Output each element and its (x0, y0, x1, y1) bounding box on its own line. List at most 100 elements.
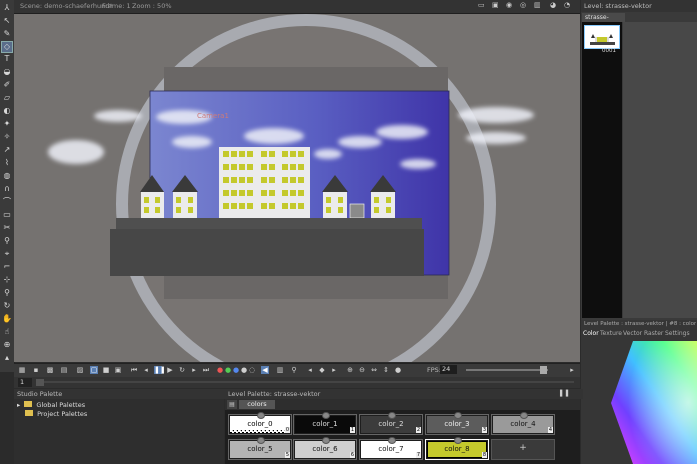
flip-h-icon[interactable]: ⇔ (370, 366, 378, 374)
level-strip-tab[interactable]: strasse-vektor (582, 13, 625, 30)
selection-tool-icon[interactable]: ↖ (2, 16, 12, 26)
loop-icon[interactable]: ↻ (178, 366, 186, 374)
nav-left-icon[interactable]: ◂ (306, 366, 314, 374)
style-chip-7[interactable]: color_7 7 (359, 437, 423, 460)
zoom-tool-icon[interactable]: ⚲ (2, 288, 12, 298)
magnet-tool-icon[interactable]: ∩ (2, 184, 12, 194)
blue-channel-icon[interactable]: ● (232, 366, 240, 374)
zoom-icon[interactable]: ⚲ (290, 366, 298, 374)
style-chip-4[interactable]: color_4 4 (491, 412, 555, 435)
freeze-icon[interactable]: ▥ (534, 1, 541, 9)
pause-icon[interactable]: ❚❚ (154, 366, 166, 374)
matte-icon[interactable]: ◌ (248, 366, 256, 374)
frame-scroll-handle[interactable] (36, 379, 44, 386)
checkerboard-icon[interactable]: ▨ (76, 366, 84, 374)
play-icon[interactable]: ▶ (166, 366, 174, 374)
style-picker-tool-icon[interactable]: ✦ (2, 119, 12, 129)
safe-area-icon[interactable]: ▣ (492, 1, 499, 9)
zoom-out-icon[interactable]: ⊖ (358, 366, 366, 374)
palette-pause-icon[interactable]: ❚❚ (558, 389, 570, 397)
level-frame-thumbnail[interactable] (584, 25, 620, 49)
red-channel-icon[interactable]: ● (216, 366, 224, 374)
white-bg-icon[interactable]: ▢ (90, 366, 98, 374)
finger-tool-icon[interactable]: ☝ (2, 327, 12, 337)
keyframe-icon[interactable]: ◆ (318, 366, 326, 374)
eraser-tool-icon[interactable]: ▱ (2, 93, 12, 103)
subcamera-icon[interactable]: ▩ (46, 366, 54, 374)
bender-tool-icon[interactable]: ⌒ (2, 197, 12, 207)
animate-tool-icon[interactable]: ⅄ (2, 3, 12, 13)
plastic-tool-icon[interactable]: ⊹ (2, 275, 12, 285)
style-chip-2[interactable]: color_2 2 (359, 412, 423, 435)
style-chip-6[interactable]: color_6 6 (293, 437, 357, 460)
pump-tool-icon[interactable]: ◍ (2, 171, 12, 181)
viewer-menu-icon[interactable]: ▸ (568, 366, 576, 374)
camera-stand-icon[interactable]: ▦ (18, 366, 26, 374)
palette-menu-icon[interactable]: ▤ (227, 400, 237, 409)
fps-slider-handle[interactable] (540, 366, 547, 374)
scene-viewer[interactable]: Camera1 (14, 14, 580, 362)
histogram-icon[interactable]: ▥ (276, 366, 284, 374)
tab-color[interactable]: Color (583, 330, 599, 337)
field-guide-icon[interactable]: ▭ (478, 1, 485, 9)
reset-view-icon[interactable]: ● (394, 366, 402, 374)
skeleton-tool-icon[interactable]: ⚲ (2, 236, 12, 246)
style-chip-5[interactable]: color_5 5 (228, 437, 292, 460)
rotate-tool-icon[interactable]: ↻ (2, 301, 12, 311)
frame-field[interactable]: 1 (18, 378, 32, 387)
global-palettes-item[interactable]: ▸ Global Palettes (17, 401, 85, 409)
rgb-picker-tool-icon[interactable]: ✧ (2, 132, 12, 142)
geometric-tool-icon[interactable]: ◇ (1, 41, 13, 53)
compare-icon[interactable]: ▤ (60, 366, 68, 374)
table-view-icon[interactable]: ◎ (520, 1, 526, 9)
hook-tool-icon[interactable]: ⌐ (2, 262, 12, 272)
style-chip-3[interactable]: color_3 3 (425, 412, 489, 435)
iron-tool-icon[interactable]: ▭ (2, 210, 12, 220)
fill-tool-icon[interactable]: ◒ (2, 67, 12, 77)
fps-slider-track[interactable] (466, 369, 548, 371)
tab-raster[interactable]: Raster (644, 330, 663, 337)
last-frame-icon[interactable]: ⏭ (202, 366, 210, 374)
sub-camera-preview-icon[interactable]: ◔ (564, 1, 570, 9)
first-frame-icon[interactable]: ⏮ (130, 366, 138, 374)
nav-right-icon[interactable]: ▸ (330, 366, 338, 374)
style-chip-0[interactable]: color_0 0 (228, 412, 292, 435)
preview-icon[interactable]: ◕ (550, 1, 556, 9)
flip-v-icon[interactable]: ⇕ (382, 366, 390, 374)
tab-vector[interactable]: Vector (623, 330, 642, 337)
frame-number: 0001 (602, 48, 616, 54)
tracker-tool-icon[interactable]: ⌖ (2, 249, 12, 259)
type-tool-icon[interactable]: T (2, 54, 12, 64)
tab-settings[interactable]: Settings (665, 330, 690, 337)
hand-tool-icon[interactable]: ✋ (2, 314, 12, 324)
gray-bg-icon[interactable]: ▣ (114, 366, 122, 374)
sound-icon[interactable]: ◀ (261, 366, 269, 374)
paint-brush-tool-icon[interactable]: ✐ (2, 80, 12, 90)
alpha-channel-icon[interactable]: ● (240, 366, 248, 374)
lock-icon[interactable]: ▪ (32, 366, 40, 374)
black-bg-icon[interactable]: ■ (102, 366, 110, 374)
palette-page-tab[interactable]: colors (239, 400, 275, 409)
tab-texture[interactable]: Texture (600, 330, 622, 337)
expand-arrow-icon[interactable]: ▸ (17, 401, 20, 409)
level-strip-frames[interactable]: 0001 (582, 22, 622, 318)
cutter-tool-icon[interactable]: ✂ (2, 223, 12, 233)
style-chip-1[interactable]: color_1 1 (293, 412, 357, 435)
control-point-editor-icon[interactable]: ↗ (2, 145, 12, 155)
pinch-tool-icon[interactable]: ⌇ (2, 158, 12, 168)
brush-tool-icon[interactable]: ✎ (2, 29, 12, 39)
add-style-button[interactable]: + (491, 439, 555, 460)
tape-tool-icon[interactable]: ◐ (2, 106, 12, 116)
fps-field[interactable]: 24 (440, 365, 457, 374)
frame-scroll-track[interactable] (44, 381, 574, 383)
style-chip-8[interactable]: color_8 8 (425, 437, 489, 460)
zoom-in-icon[interactable]: ⊕ (346, 366, 354, 374)
next-frame-icon[interactable]: ▸ (190, 366, 198, 374)
project-palettes-item[interactable]: Project Palettes (23, 410, 87, 418)
expand-toolbar-icon[interactable]: ▴ (2, 353, 12, 363)
prev-frame-icon[interactable]: ◂ (142, 366, 150, 374)
zoom-in-tool-icon[interactable]: ⊕ (2, 340, 12, 350)
color-wheel[interactable] (581, 338, 697, 464)
green-channel-icon[interactable]: ● (224, 366, 232, 374)
camera-view-icon[interactable]: ◉ (506, 1, 512, 9)
